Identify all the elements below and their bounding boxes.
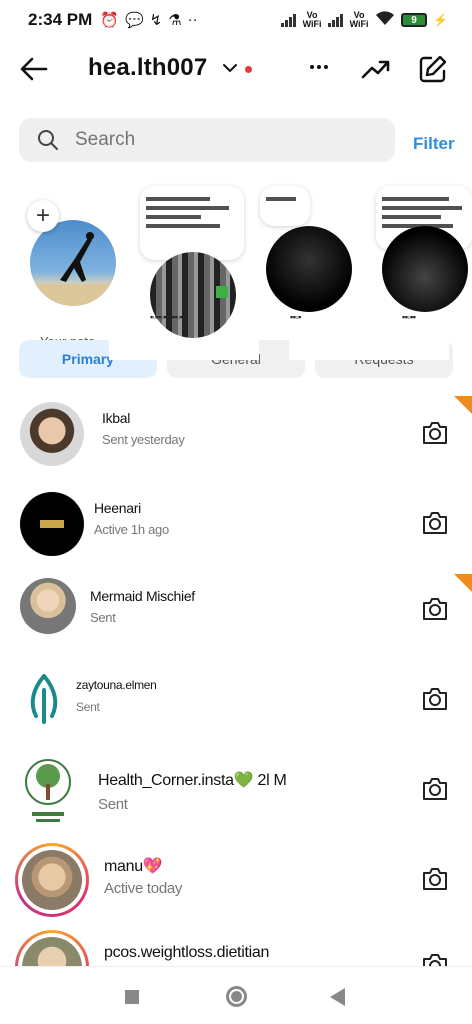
note-username: ▪▪▫▪▪: [402, 312, 416, 322]
avatar: [20, 578, 76, 634]
your-note[interactable]: + Your note: [24, 200, 124, 349]
notification-icons: ⏰ 💬 ↯ ⚗ ··: [100, 11, 197, 29]
more-icon[interactable]: [304, 52, 334, 82]
alarm-icon: ⏰: [100, 12, 119, 29]
tab-label: Primary: [61, 351, 115, 367]
home-icon[interactable]: [226, 986, 247, 1007]
filter-button[interactable]: Filter: [413, 134, 455, 154]
system-nav-bar: [0, 966, 472, 1024]
notes-row: + Your note ▪▫▪▪▫▪▪▫▪▪▫▪ ▪▪▫▪ ▪▪▫▪▪: [0, 180, 472, 349]
add-note-icon[interactable]: +: [27, 200, 59, 232]
wifi-icon: [375, 10, 395, 30]
camera-icon[interactable]: [420, 864, 450, 894]
friend-note[interactable]: ▪▪▫▪▪: [376, 186, 472, 326]
avatar: [20, 492, 84, 556]
unread-corner: [454, 574, 472, 592]
trending-icon[interactable]: [360, 54, 392, 84]
unread-corner: [454, 396, 472, 414]
redaction-bar: [289, 340, 449, 360]
camera-icon[interactable]: [420, 950, 450, 966]
avatar: [382, 226, 468, 312]
chat-username: Heenari: [94, 500, 141, 516]
list-item[interactable]: zaytouna.elmen Sent: [0, 660, 472, 750]
signal-icon: [328, 13, 344, 27]
friend-note[interactable]: ▪▪▫▪: [260, 186, 370, 326]
camera-icon[interactable]: [420, 594, 450, 624]
avatar: [20, 402, 84, 466]
list-item[interactable]: Mermaid Mischief Sent: [0, 570, 472, 660]
camera-icon[interactable]: [420, 508, 450, 538]
avatar[interactable]: [30, 220, 116, 306]
account-username[interactable]: hea.lth007: [88, 54, 207, 82]
note-bubble: [140, 186, 244, 260]
chat-username: manu💖: [104, 858, 163, 875]
camera-icon[interactable]: [420, 418, 450, 448]
chat-username: Mermaid Mischief: [90, 588, 195, 604]
note-username: ▪▪▫▪: [290, 312, 301, 322]
compose-icon[interactable]: [418, 54, 448, 84]
chat-status: Active 1h ago: [94, 522, 169, 537]
friend-note[interactable]: ▪▫▪▪▫▪▪▫▪▪▫▪: [140, 186, 250, 338]
notification-dot: [245, 66, 252, 73]
avatar: [22, 850, 82, 910]
list-item[interactable]: Health_Corner.insta💚 2l M Sent: [0, 750, 472, 840]
search-input[interactable]: [75, 129, 355, 151]
chat-status: Sent: [90, 610, 116, 625]
list-item[interactable]: Ikbal Sent yesterday: [0, 390, 472, 480]
chat-username: Health_Corner.insta💚 2l M: [98, 772, 287, 789]
chat-username: Ikbal: [102, 410, 131, 426]
chat-status: Sent: [98, 796, 128, 813]
note-bubble: [260, 186, 310, 226]
redaction-bar: [109, 340, 259, 360]
chat-status: Active today: [104, 880, 183, 897]
chat-status: Sent yesterday: [102, 432, 185, 447]
recent-apps-icon[interactable]: [125, 990, 139, 1004]
chat-username: pcos.weightloss.dietitian: [104, 944, 270, 961]
charging-icon: ⚡: [433, 13, 448, 27]
chat-icon: 💬: [124, 12, 144, 29]
avatar: [22, 670, 66, 730]
status-time: 2:34 PM: [28, 10, 93, 29]
chat-username: zaytouna.elmen: [76, 678, 157, 692]
battery-icon: 9: [401, 13, 428, 27]
avatar: [266, 226, 352, 312]
vowifi-label: Vo WiFi: [302, 10, 322, 29]
list-item[interactable]: Heenari Active 1h ago: [0, 480, 472, 570]
chat-status: Sent: [76, 700, 100, 714]
list-item[interactable]: manu💖 Active today: [0, 836, 472, 926]
chevron-down-icon[interactable]: [222, 60, 238, 76]
more-notifications-icon: ··: [187, 11, 198, 28]
search-bar[interactable]: [19, 118, 395, 162]
signal-icon: [281, 13, 297, 27]
missed-call-icon: ↯: [149, 12, 163, 29]
back-icon[interactable]: [330, 988, 345, 1006]
vowifi-label: Vo WiFi: [349, 10, 369, 29]
flask-icon: ⚗: [168, 12, 182, 29]
note-username: ▪▫▪▪▫▪▪▫▪▪▫▪: [150, 312, 183, 322]
avatar: [22, 756, 74, 828]
inbox-tabs: Primary General Requests: [19, 340, 459, 378]
online-indicator: [216, 286, 228, 298]
camera-icon[interactable]: [420, 774, 450, 804]
status-bar: 2:34 PM ⏰ 💬 ↯ ⚗ ·· Vo WiFi Vo WiFi 9 ⚡: [0, 0, 472, 40]
list-item[interactable]: pcos.weightloss.dietitian: [0, 924, 472, 966]
header: hea.lth007: [0, 46, 472, 92]
search-icon: [38, 130, 58, 150]
camera-icon[interactable]: [420, 684, 450, 714]
back-arrow-icon[interactable]: [18, 54, 50, 84]
